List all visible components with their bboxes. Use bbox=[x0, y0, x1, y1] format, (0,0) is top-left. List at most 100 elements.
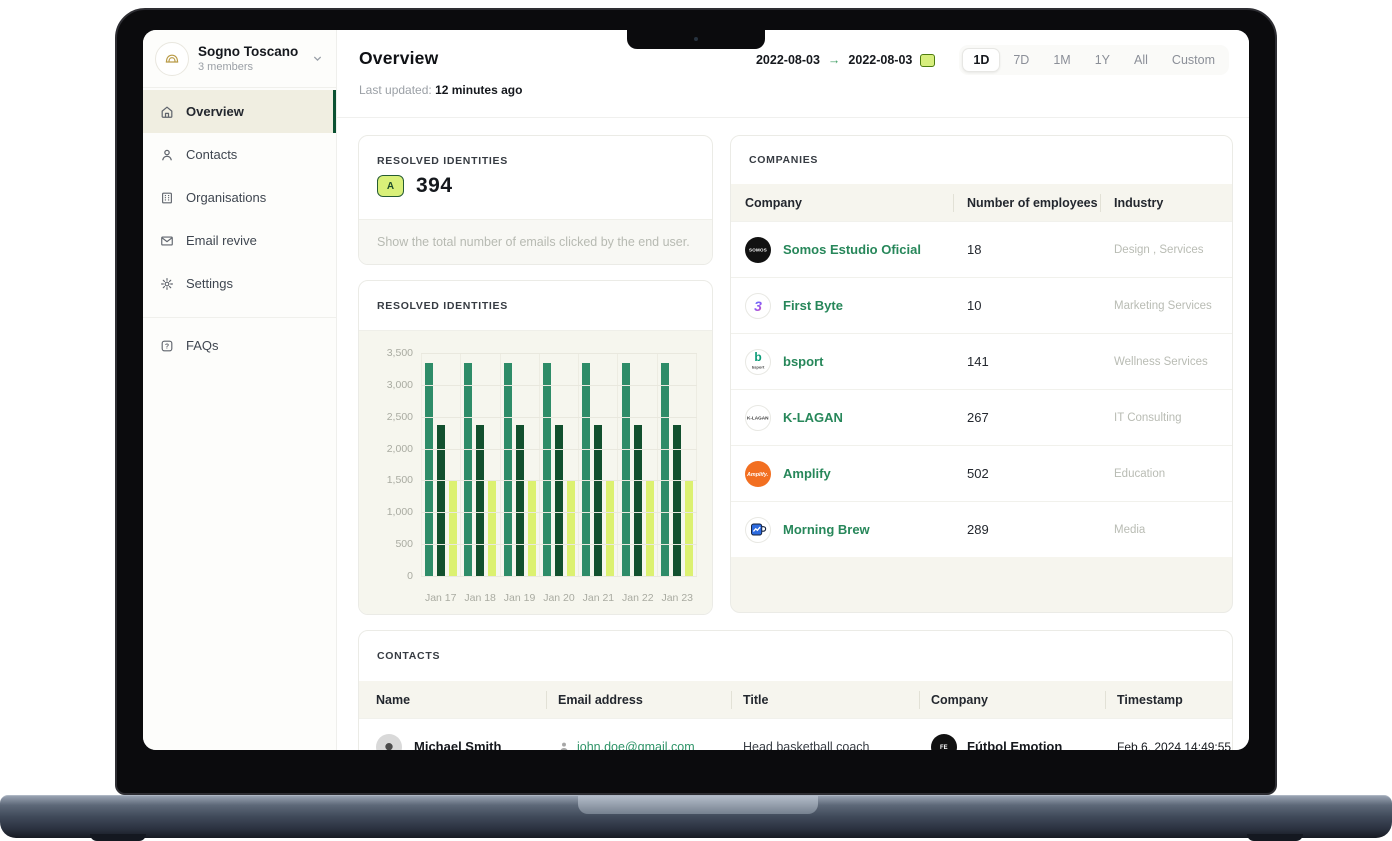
grid-line bbox=[421, 385, 697, 386]
klagan-logo: K-LAGAN bbox=[745, 405, 771, 431]
y-axis-tick: 1,500 bbox=[367, 474, 413, 486]
company-link[interactable]: Somos Estudio Oficial bbox=[783, 242, 921, 257]
company-cell-name: K-LAGAN K-LAGAN bbox=[731, 405, 953, 431]
bar-series-3 bbox=[567, 480, 575, 576]
company-link[interactable]: K-LAGAN bbox=[783, 410, 843, 425]
stat-description: Show the total number of emails clicked … bbox=[359, 219, 712, 264]
range-button-1m[interactable]: 1M bbox=[1042, 48, 1081, 72]
column-contact-company: Company bbox=[919, 693, 1105, 707]
companies-table-body: SOMOSSomos Estudio Oficial18Design , Ser… bbox=[731, 221, 1232, 557]
contact-cell-title: Head basketball coach bbox=[731, 740, 919, 751]
column-industry: Industry bbox=[1100, 196, 1232, 210]
company-link[interactable]: Morning Brew bbox=[783, 522, 870, 537]
sidebar-item-email-revive[interactable]: Email revive bbox=[143, 219, 336, 262]
workspace-switcher[interactable]: Sogno Toscano 3 members bbox=[143, 30, 336, 88]
column-email: Email address bbox=[546, 693, 731, 707]
company-link[interactable]: First Byte bbox=[783, 298, 843, 313]
column-timestamp: Timestamp bbox=[1105, 693, 1232, 707]
bar-group-jan-19 bbox=[500, 353, 539, 576]
range-button-custom[interactable]: Custom bbox=[1161, 48, 1226, 72]
sidebar-item-overview[interactable]: Overview bbox=[143, 90, 336, 133]
contact-avatar bbox=[376, 734, 402, 751]
mail-icon bbox=[160, 234, 174, 248]
bar-group-jan-23 bbox=[657, 353, 697, 576]
sidebar-item-label: Email revive bbox=[186, 233, 257, 248]
grid-line bbox=[421, 449, 697, 450]
workspace-members: 3 members bbox=[198, 61, 302, 73]
range-button-1y[interactable]: 1Y bbox=[1084, 48, 1121, 72]
contact-row: Michael Smithjohn.doe@gmail.comHead bask… bbox=[359, 718, 1232, 750]
contacts-card: CONTACTS Name Email address Title Compan… bbox=[358, 630, 1233, 750]
company-row: bbsportbsport141Wellness Services bbox=[731, 333, 1232, 389]
contact-cell-company: FEFútbol Emotion bbox=[919, 734, 1105, 751]
company-link[interactable]: bsport bbox=[783, 354, 823, 369]
bar-group-jan-18 bbox=[460, 353, 499, 576]
company-cell-name: Morning Brew bbox=[731, 517, 953, 543]
laptop-base bbox=[0, 795, 1392, 838]
resolved-identities-stat-card: RESOLVED IDENTITIES A 394 Show the total… bbox=[358, 135, 713, 265]
company-cell-employees: 289 bbox=[953, 522, 1100, 537]
companies-card-header: COMPANIES bbox=[731, 136, 1232, 184]
person-icon bbox=[558, 741, 570, 751]
stat-card-label: RESOLVED IDENTITIES bbox=[377, 155, 508, 167]
date-to: 2022-08-03 bbox=[848, 53, 912, 67]
company-cell-employees: 141 bbox=[953, 354, 1100, 369]
grid-line bbox=[421, 353, 697, 354]
range-button-1d[interactable]: 1D bbox=[962, 48, 1000, 72]
company-row: SOMOSSomos Estudio Oficial18Design , Ser… bbox=[731, 221, 1232, 277]
sidebar-item-organisations[interactable]: Organisations bbox=[143, 176, 336, 219]
sidebar-nav-secondary: ?FAQs bbox=[143, 324, 336, 367]
bar-series-3 bbox=[606, 480, 614, 576]
bar-series-3 bbox=[685, 480, 693, 576]
y-axis-tick: 2,500 bbox=[367, 411, 413, 423]
x-axis-tick: Jan 22 bbox=[618, 592, 657, 604]
header-controls: 2022-08-03 → 2022-08-03 1D7D1M1YAllCusto… bbox=[756, 45, 1229, 75]
x-axis-tick: Jan 17 bbox=[421, 592, 460, 604]
laptop-screen-bezel: Sogno Toscano 3 members OverviewContacts… bbox=[115, 8, 1277, 795]
company-row: Morning Brew289Media bbox=[731, 501, 1232, 557]
app-window: Sogno Toscano 3 members OverviewContacts… bbox=[143, 30, 1249, 750]
company-cell-employees: 267 bbox=[953, 410, 1100, 425]
x-axis-tick: Jan 23 bbox=[658, 592, 697, 604]
date-range-picker[interactable]: 2022-08-03 → 2022-08-03 bbox=[756, 53, 935, 67]
range-button-all[interactable]: All bbox=[1123, 48, 1159, 72]
page-title: Overview bbox=[359, 48, 438, 69]
sidebar-item-label: FAQs bbox=[186, 338, 219, 353]
contact-email-link[interactable]: john.doe@gmail.com bbox=[577, 740, 695, 751]
chart-card-label: RESOLVED IDENTITIES bbox=[377, 300, 508, 312]
x-axis-tick: Jan 21 bbox=[579, 592, 618, 604]
column-company: Company bbox=[731, 196, 953, 210]
sidebar: Sogno Toscano 3 members OverviewContacts… bbox=[143, 30, 337, 750]
date-from: 2022-08-03 bbox=[756, 53, 820, 67]
chevron-down-icon bbox=[311, 52, 324, 65]
stat-row: A 394 bbox=[377, 174, 453, 198]
identity-badge-icon: A bbox=[377, 175, 404, 197]
sidebar-item-settings[interactable]: Settings bbox=[143, 262, 336, 305]
company-cell-industry: Marketing Services bbox=[1100, 300, 1232, 312]
contact-cell-timestamp: Feb 6, 2024 14:49:55 bbox=[1105, 740, 1232, 751]
stat-value: 394 bbox=[416, 174, 453, 198]
last-updated-label: Last updated: bbox=[359, 83, 432, 97]
gear-icon bbox=[160, 277, 174, 291]
main-content: Overview Last updated: 12 minutes ago 20… bbox=[337, 30, 1249, 750]
range-button-7d[interactable]: 7D bbox=[1002, 48, 1040, 72]
company-cell-employees: 18 bbox=[953, 242, 1100, 257]
companies-table-header: Company Number of employees Industry bbox=[731, 184, 1232, 221]
sidebar-item-contacts[interactable]: Contacts bbox=[143, 133, 336, 176]
sidebar-item-faqs[interactable]: ?FAQs bbox=[143, 324, 336, 367]
contacts-table-header: Name Email address Title Company Timesta… bbox=[359, 681, 1232, 718]
last-updated-value: 12 minutes ago bbox=[435, 83, 522, 97]
x-axis-tick: Jan 18 bbox=[460, 592, 499, 604]
company-link[interactable]: Amplify bbox=[783, 466, 831, 481]
column-title: Title bbox=[731, 693, 919, 707]
bar-group-jan-22 bbox=[617, 353, 656, 576]
bar-group-jan-21 bbox=[578, 353, 617, 576]
company-cell-employees: 10 bbox=[953, 298, 1100, 313]
companies-card-label: COMPANIES bbox=[749, 154, 818, 166]
bar-group-jan-20 bbox=[539, 353, 578, 576]
somos-logo: SOMOS bbox=[745, 237, 771, 263]
futbol-logo-contact: FE bbox=[931, 734, 957, 751]
workspace-name: Sogno Toscano bbox=[198, 44, 302, 59]
column-name: Name bbox=[359, 693, 546, 707]
grid-line bbox=[421, 417, 697, 418]
